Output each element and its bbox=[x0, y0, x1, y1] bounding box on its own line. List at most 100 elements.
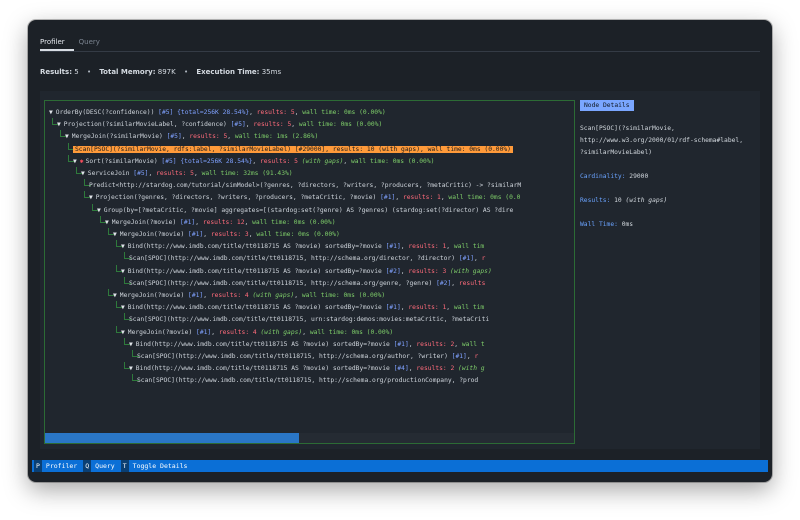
results-value: 10 bbox=[614, 197, 622, 204]
node-text: results: 5 bbox=[253, 121, 292, 129]
tree-node-row[interactable]: ▼ MergeJoin(?movie) [#1], results: 12, wa… bbox=[105, 217, 336, 229]
node-text: Scan[PSOC](?similarMovie, rdfs:label, ?s… bbox=[75, 145, 511, 153]
cardinality-row: Cardinality: 29000 bbox=[580, 171, 756, 183]
expand-toggle-icon[interactable]: ▼ bbox=[81, 170, 85, 177]
node-text: r bbox=[481, 255, 486, 263]
key-t[interactable]: T bbox=[120, 460, 129, 472]
tree-node-row[interactable]: Scan[SPOC](http://www.imdb.com/title/tt0… bbox=[129, 278, 485, 290]
query-plan-tree[interactable]: ▼ OrderBy(DESC(?confidence)) [#5] {total=… bbox=[44, 100, 575, 444]
hot-node-icon: ✱ bbox=[79, 157, 84, 165]
selected-node-highlight[interactable]: Scan[PSOC](?similarMovie, rdfs:label, ?s… bbox=[73, 145, 513, 153]
node-text: results: 5 bbox=[156, 170, 194, 177]
tree-node-row[interactable]: ▼ Bind(http://www.imdb.com/title/tt011871… bbox=[129, 363, 485, 375]
key-p[interactable]: P bbox=[34, 460, 42, 472]
node-text: [#5] bbox=[133, 170, 149, 177]
node-text: [#2] bbox=[385, 267, 401, 275]
node-text: , bbox=[227, 133, 235, 141]
tree-node-row[interactable]: ▼ Projection(?similarMovieLabel, ?confide… bbox=[57, 119, 382, 131]
tree-node-row[interactable]: Scan[PSOC](?similarMovie, rdfs:label, ?s… bbox=[73, 144, 513, 156]
node-text: results: 1 bbox=[408, 243, 447, 251]
expand-toggle-icon[interactable]: ▼ bbox=[89, 194, 93, 201]
tree-node-row[interactable]: ▼ Bind(http://www.imdb.com/title/tt011871… bbox=[121, 241, 484, 253]
node-description-line: Scan[PSOC](?similarMovie, bbox=[580, 125, 675, 132]
tab-query[interactable]: Query bbox=[79, 34, 100, 50]
tree-node-row[interactable]: ▼ MergeJoin(?similarMovie) [#5], results:… bbox=[65, 131, 318, 143]
node-text: {total=256K 28.54%} bbox=[173, 109, 250, 116]
profiler-window: Profiler Query Results: 5 • Total Memory… bbox=[28, 20, 772, 482]
tree-node-row[interactable]: Predict<http://stardog.com/tutorial/simM… bbox=[89, 180, 521, 192]
tree-node-row[interactable]: ▼ MergeJoin(?movie) [#1], results: 4 (wit… bbox=[121, 327, 393, 339]
node-text: , bbox=[193, 170, 202, 177]
expand-toggle-icon[interactable]: ▼ bbox=[121, 243, 125, 250]
tree-node-row[interactable]: ▼ Projection(?genres, ?directors, ?writer… bbox=[89, 192, 520, 204]
tab-profiler[interactable]: Profiler bbox=[40, 34, 65, 50]
expand-toggle-icon[interactable]: ▼ bbox=[121, 268, 125, 275]
node-text: results: 3 bbox=[210, 231, 249, 238]
expand-toggle-icon[interactable]: ▼ bbox=[113, 292, 117, 299]
node-text: [#1] bbox=[180, 218, 196, 226]
node-text: Bind(http://www.imdb.com/title/tt0118715… bbox=[127, 267, 386, 275]
node-text: wall time: 0ms (0.00%) bbox=[256, 231, 340, 238]
horizontal-scrollbar[interactable] bbox=[45, 433, 574, 443]
node-text: Scan[SPOC](http://www.imdb.com/title/tt0… bbox=[129, 279, 437, 287]
tree-node-row[interactable]: ▼ OrderBy(DESC(?confidence)) [#5] {total=… bbox=[49, 107, 386, 119]
node-text: wall t bbox=[461, 340, 485, 348]
tree-node-row[interactable]: ▼ ServiceJoin [#5], results: 5, wall time… bbox=[81, 168, 293, 180]
tree-node-row[interactable]: ▼ Bind(http://www.imdb.com/title/tt011871… bbox=[129, 339, 485, 351]
memory-stat-value: 897K bbox=[157, 68, 176, 76]
node-text: [#1] bbox=[385, 304, 401, 312]
tree-node-row[interactable]: ▼ ✱ Sort(?similarMovie) [#5] {total=256K 2… bbox=[73, 156, 434, 168]
node-text: [#1] bbox=[451, 353, 467, 360]
node-text: [#5] bbox=[161, 157, 177, 165]
expand-toggle-icon[interactable]: ▼ bbox=[121, 304, 125, 311]
tree-node-row[interactable]: Scan[SPOC](http://www.imdb.com/title/tt0… bbox=[137, 375, 478, 387]
wall-time-row: Wall Time: 0ms bbox=[580, 219, 756, 231]
tree-node-row[interactable]: Scan[SPOC](http://www.imdb.com/title/tt0… bbox=[129, 314, 489, 326]
tree-node-row[interactable]: ▼ MergeJoin(?movie) [#1], results: 3, wal… bbox=[113, 229, 340, 241]
node-text: results: 1 bbox=[402, 194, 441, 202]
node-text: , bbox=[211, 328, 219, 336]
node-text: [#1] bbox=[188, 292, 204, 299]
tree-node-row[interactable]: ▼ MergeJoin(?movie) [#1], results: 4 (wit… bbox=[113, 290, 385, 302]
expand-toggle-icon[interactable]: ▼ bbox=[113, 231, 117, 238]
key-q[interactable]: Q bbox=[83, 460, 92, 472]
node-text: MergeJoin(?movie) bbox=[119, 231, 189, 238]
node-text: , bbox=[148, 170, 157, 177]
tree-node-row[interactable]: ▼ Bind(http://www.imdb.com/title/tt011871… bbox=[121, 302, 484, 314]
node-text: wall time: 0ms (0.00%) bbox=[302, 109, 386, 116]
node-description-line: ?similarMovieLabel) bbox=[580, 149, 653, 156]
expand-toggle-icon[interactable]: ▼ bbox=[129, 341, 133, 348]
tree-node-row[interactable]: Scan[SPOC](http://www.imdb.com/title/tt0… bbox=[137, 351, 478, 363]
expand-toggle-icon[interactable]: ▼ bbox=[121, 329, 125, 336]
node-text: wall tim bbox=[453, 304, 485, 312]
key-p-label: Profiler bbox=[45, 462, 78, 470]
expand-toggle-icon[interactable]: ▼ bbox=[49, 109, 53, 116]
node-text: , bbox=[195, 218, 203, 226]
tree-node-row[interactable]: ▼ Group(by=[?metaCritic, ?movie] aggregat… bbox=[97, 205, 513, 217]
node-text: ServiceJoin bbox=[87, 170, 134, 177]
expand-toggle-icon[interactable]: ▼ bbox=[57, 121, 61, 128]
expand-toggle-icon[interactable]: ▼ bbox=[65, 133, 69, 140]
node-text: [#1] bbox=[188, 231, 204, 238]
expand-toggle-icon[interactable]: ▼ bbox=[105, 219, 109, 226]
node-text: [#5] bbox=[158, 109, 174, 116]
node-text: Scan[SPOC](http://www.imdb.com/title/tt0… bbox=[129, 255, 459, 263]
key-q-label: Query bbox=[95, 462, 115, 470]
node-text: Scan[SPOC](http://www.imdb.com/title/tt0… bbox=[137, 353, 452, 360]
node-text: [#4] bbox=[393, 365, 409, 373]
node-text: (with gaps) bbox=[260, 328, 303, 336]
time-stat-label: Execution Time: bbox=[196, 68, 260, 76]
node-text: Bind(http://www.imdb.com/title/tt0118715… bbox=[135, 365, 394, 373]
node-text: wall time: 1ms (2.86%) bbox=[234, 133, 319, 141]
node-text: results: 5 bbox=[260, 157, 302, 165]
node-text: Bind(http://www.imdb.com/title/tt0118715… bbox=[127, 304, 386, 312]
node-text: , bbox=[395, 194, 403, 202]
scrollbar-thumb[interactable] bbox=[45, 433, 299, 443]
tree-node-row[interactable]: Scan[SPOC](http://www.imdb.com/title/tt0… bbox=[129, 253, 485, 265]
tree-node-row[interactable]: ▼ Bind(http://www.imdb.com/title/tt011871… bbox=[121, 266, 492, 278]
node-text: , bbox=[474, 255, 482, 263]
expand-toggle-icon[interactable]: ▼ bbox=[129, 365, 133, 372]
expand-toggle-icon[interactable]: ▼ bbox=[97, 207, 101, 214]
node-text: , bbox=[203, 231, 211, 238]
expand-toggle-icon[interactable]: ▼ bbox=[73, 158, 77, 165]
